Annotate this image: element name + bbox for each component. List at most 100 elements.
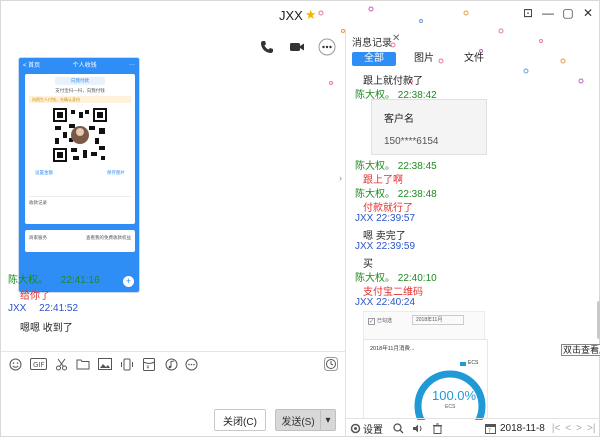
voice-call-icon[interactable] (257, 37, 277, 57)
calendar-icon[interactable]: 7 (485, 423, 496, 434)
emoji-icon[interactable] (7, 356, 23, 372)
next-page-button[interactable]: > (576, 423, 582, 434)
payment-screenshot[interactable]: < 首页 个人收钱 ··· 向我付款 支付宝扫一扫，向我付钱 向陌生人付钱，先确… (18, 57, 140, 293)
merchant-card: 商家服务 查看我的免费收款权益 (25, 230, 135, 252)
phone-tag: 向我付款 (55, 77, 105, 85)
tooltip: 双击查看原 (561, 344, 600, 356)
message-text: 嗯嗯 收到了 (20, 323, 73, 334)
phone-more: ··· (129, 61, 135, 68)
phone-back: < 首页 (23, 63, 41, 69)
sender-name[interactable]: 陈大权。 (8, 275, 48, 286)
history-header: 陈大权。 22:38:48 (355, 185, 437, 200)
chat-panel: < 首页 个人收钱 ··· 向我付款 支付宝扫一扫，向我付钱 向陌生人付钱，先确… (1, 29, 345, 437)
phone-warning: 向陌生人付钱，先确认身份 (29, 96, 131, 103)
tab-images[interactable]: 图片 (402, 52, 446, 66)
folder-icon[interactable] (75, 356, 91, 372)
history-message: 付款就行了 (363, 203, 413, 214)
svg-text:GIF: GIF (33, 361, 45, 369)
video-call-icon[interactable] (287, 37, 307, 57)
image-icon[interactable] (97, 356, 113, 372)
card-number: 150****6154 (384, 136, 439, 147)
message-header: JXX 22:41:52 (8, 303, 78, 314)
screenshot-chart[interactable]: 2018年11月消费... ECS 100.0% ECS (363, 339, 488, 420)
first-page-button[interactable]: |< (552, 423, 560, 434)
plus-icon: + (123, 276, 134, 287)
tab-files[interactable]: 文件 (452, 52, 496, 66)
history-close-button[interactable]: ✕ (392, 33, 400, 44)
record-row: 收款记录 (29, 196, 131, 206)
message-time: 22:38:45 (397, 161, 437, 172)
phone-header: < 首页 个人收钱 ··· (19, 58, 139, 71)
month-select: 2018年11月 (412, 315, 464, 325)
send-button[interactable]: 发送(S) (275, 409, 321, 431)
history-message: 嗯 卖完了 (363, 231, 406, 242)
message-header: 陈大权。 22:41:16 (8, 271, 100, 286)
input-toolbar: GIF ¥ (1, 351, 345, 373)
sender-name: JXX (355, 213, 374, 224)
screenshot-thumbnail[interactable]: ✓ 已勾选 2018年11月 (363, 311, 485, 341)
message-time: 22:40:24 (376, 297, 416, 308)
donut-sub: ECS (445, 404, 456, 410)
clock-icon[interactable] (323, 356, 339, 372)
merchant-label: 商家服务 (29, 235, 47, 240)
more-tools-icon[interactable] (183, 356, 199, 372)
checkbox-label: 已勾选 (377, 318, 393, 324)
qr-card: 向我付款 支付宝扫一扫，向我付钱 向陌生人付钱，先确认身份 设置金额 保存图片 … (25, 74, 135, 224)
history-header: 陈大权。 22:38:45 (355, 157, 437, 172)
chart-title: 2018年11月消费... (370, 346, 415, 352)
card-label: 客户名 (384, 114, 414, 125)
prev-page-button[interactable]: < (565, 423, 571, 434)
contact-name: JXX (279, 7, 303, 23)
svg-text:¥: ¥ (147, 365, 150, 371)
history-message: 跟上就付款了 (363, 76, 423, 87)
history-tabs: 全部 图片 文件 (352, 52, 592, 66)
history-date[interactable]: 2018-11-8 (500, 423, 545, 434)
close-chat-button[interactable]: 关闭(C) (214, 409, 266, 431)
checkbox-icon: ✓ (368, 318, 375, 325)
message-time: 22:39:57 (376, 213, 416, 224)
last-page-button[interactable]: >| (587, 423, 595, 434)
sender-name: JXX (355, 241, 374, 252)
message-time: 22:41:16 (60, 275, 100, 286)
red-packet-icon[interactable]: ¥ (141, 356, 157, 372)
send-options-button[interactable]: ▾ (320, 409, 336, 431)
restore-button[interactable]: ▢ (561, 6, 575, 20)
window-title: JXX ★ (279, 7, 317, 23)
scissors-icon[interactable] (53, 356, 69, 372)
settings-gear-icon[interactable] (350, 423, 361, 434)
svg-text:7: 7 (488, 429, 491, 435)
donut-percent: 100.0% (432, 388, 477, 403)
business-card[interactable]: 客户名 150****6154 (371, 99, 487, 155)
message-time: 22:39:59 (376, 241, 416, 252)
star-icon: ★ (304, 7, 317, 22)
more-icon[interactable] (317, 37, 337, 57)
message-text: 给你了 (20, 291, 50, 302)
tray-button[interactable]: ⊡ (521, 6, 535, 20)
phone-shake-icon[interactable] (119, 356, 135, 372)
sender-name[interactable]: JXX (8, 303, 26, 314)
settings-label[interactable]: 设置 (363, 421, 383, 436)
volume-icon[interactable] (412, 423, 424, 434)
history-header: JXX 22:39:59 (355, 241, 415, 252)
history-header: JXX 22:39:57 (355, 213, 415, 224)
gif-icon[interactable]: GIF (29, 356, 47, 372)
set-amount-link: 设置金额 (35, 170, 53, 175)
history-header: 陈大权。 22:40:10 (355, 269, 437, 284)
phone-title: 个人收钱 (72, 63, 97, 69)
history-bottombar: 设置 7 2018-11-8 |< < > >| (345, 418, 600, 437)
chat-window: JXX ★ ⊡ — ▢ ✕ < 首页 个人收钱 ··· 向我付款 支付宝扫一扫，… (0, 0, 600, 437)
sender-name: JXX (355, 297, 374, 308)
minimize-button[interactable]: — (541, 6, 555, 20)
history-message: 买 (363, 259, 373, 270)
delete-icon[interactable] (432, 423, 443, 434)
close-button[interactable]: ✕ (581, 6, 595, 20)
music-icon[interactable] (163, 356, 179, 372)
history-message: 支付宝二维码 (363, 287, 423, 298)
history-header: JXX 22:40:24 (355, 297, 415, 308)
merchant-sub: 查看我的免费收款权益 (86, 235, 131, 240)
save-image-link: 保存图片 (107, 170, 125, 175)
message-time: 22:41:52 (39, 303, 79, 314)
history-title: 消息记录 (352, 38, 392, 49)
tab-all[interactable]: 全部 (352, 52, 396, 66)
search-icon[interactable] (393, 423, 404, 434)
